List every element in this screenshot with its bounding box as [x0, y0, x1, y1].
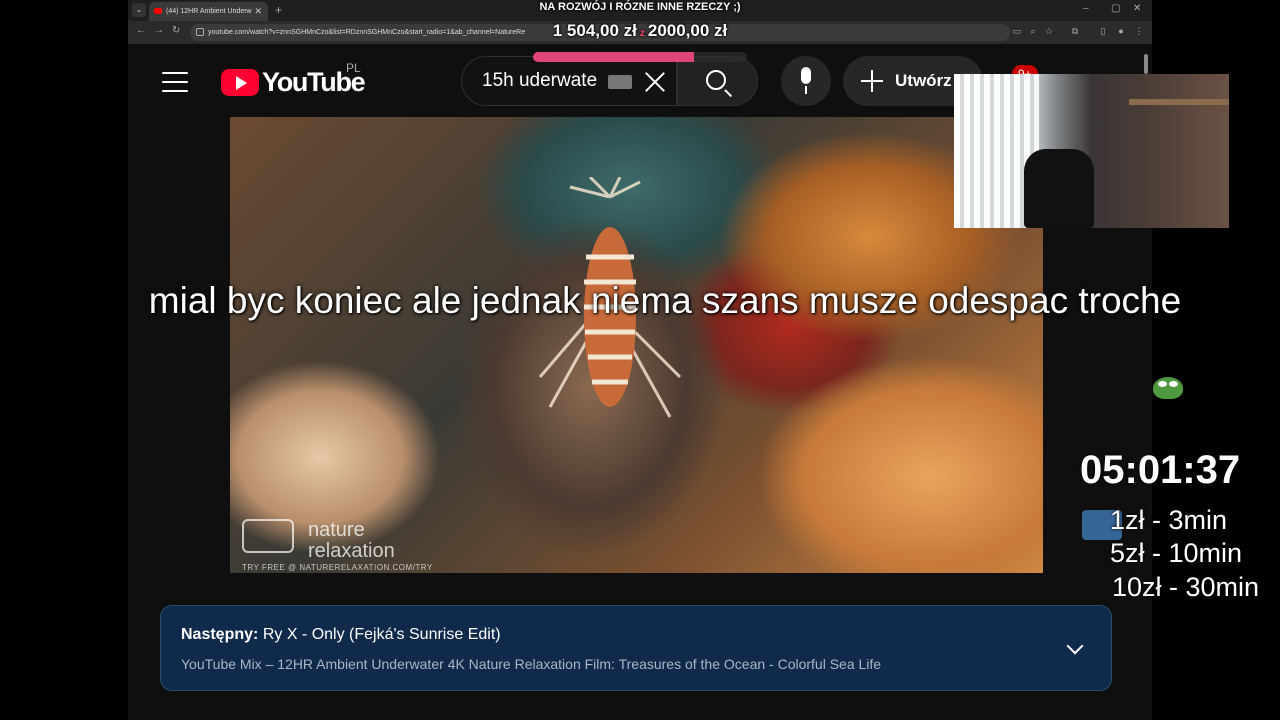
- new-tab-icon[interactable]: +: [275, 3, 282, 17]
- up-next-label: Następny:: [181, 626, 259, 643]
- zoom-icon[interactable]: ⌕: [1028, 26, 1038, 36]
- webcam-feed: [954, 74, 1229, 228]
- donation-goal-bar: [533, 52, 747, 62]
- search-icon: [706, 70, 726, 90]
- price-item: 5zł - 10min: [1110, 538, 1243, 568]
- tab-search-icon[interactable]: ⌄: [132, 3, 146, 17]
- stream-caption: mial byc koniec ale jednak niema szans m…: [148, 280, 1182, 321]
- cast-icon[interactable]: ▭: [1012, 26, 1022, 36]
- tab-close-icon[interactable]: ✕: [254, 2, 262, 21]
- goal-current: 1 504,00 zł: [552, 21, 637, 40]
- donation-goal-amount: 1 504,00 zł z 2000,00 zł: [552, 21, 728, 40]
- browser-tab[interactable]: (44) 12HR Ambient Underw ✕: [149, 2, 268, 21]
- stream-timer: 05:01:37: [1080, 448, 1241, 492]
- price-item: 1zł - 3min: [1110, 505, 1228, 535]
- search-button[interactable]: [677, 56, 758, 106]
- watermark-logo-icon: [242, 519, 294, 553]
- profile-icon[interactable]: ●: [1116, 26, 1126, 36]
- voice-search-button[interactable]: [781, 56, 831, 106]
- menu-icon[interactable]: [162, 72, 188, 92]
- browser-menu-icon[interactable]: ⋮: [1134, 26, 1144, 36]
- donation-goal-title: NA ROZWÓJ I RÓZNE INNE RZECZY ;): [539, 1, 741, 13]
- bookmark-star-icon[interactable]: ☆: [1044, 26, 1054, 36]
- tab-title: (44) 12HR Ambient Underw: [166, 8, 252, 15]
- close-window-icon[interactable]: ✕: [1133, 3, 1141, 14]
- scrollbar[interactable]: [1144, 54, 1148, 74]
- stream-screen: ⌄ (44) 12HR Ambient Underw ✕ + – ▢ ✕ ← →…: [0, 0, 1280, 720]
- microphone-icon: [801, 67, 811, 84]
- forward-icon[interactable]: →: [154, 25, 164, 36]
- sidebar-icon[interactable]: ▯: [1098, 26, 1108, 36]
- up-next-playlist: YouTube Mix – 12HR Ambient Underwater 4K…: [181, 656, 882, 672]
- search-input-value: 15h uderwate: [482, 70, 598, 91]
- up-next-panel[interactable]: Następny: Ry X - Only (Fejká's Sunrise E…: [160, 605, 1112, 691]
- maximize-icon[interactable]: ▢: [1111, 3, 1120, 14]
- clear-search-icon[interactable]: [642, 69, 668, 95]
- gaming-chair-image: [1024, 149, 1094, 228]
- youtube-play-icon: [221, 69, 259, 96]
- watermark-text-1: nature: [308, 519, 365, 541]
- goal-progress-fill: [533, 52, 694, 62]
- country-code: PL: [346, 61, 361, 75]
- create-label: Utwórz: [895, 71, 952, 90]
- minimize-icon[interactable]: –: [1083, 3, 1089, 14]
- youtube-favicon-icon: [154, 8, 162, 14]
- site-info-icon[interactable]: [196, 28, 204, 36]
- chevron-down-icon[interactable]: [1066, 637, 1084, 655]
- keyboard-icon[interactable]: [608, 75, 632, 89]
- pepe-emote-icon: [1153, 377, 1183, 399]
- back-icon[interactable]: ←: [136, 25, 146, 36]
- price-item: 10zł - 30min: [1112, 572, 1260, 602]
- goal-target: 2000,00 zł: [647, 21, 728, 40]
- plus-icon: [861, 70, 883, 92]
- up-next-heading: Następny: Ry X - Only (Fejká's Sunrise E…: [181, 626, 501, 644]
- watermark-text-2: relaxation: [308, 540, 395, 562]
- reload-icon[interactable]: ↻: [172, 25, 180, 36]
- video-player[interactable]: nature relaxation TRY FREE @ NATURERELAX…: [230, 117, 1043, 573]
- up-next-title: Ry X - Only (Fejká's Sunrise Edit): [262, 626, 501, 643]
- extensions-icon[interactable]: ⧉: [1070, 26, 1080, 36]
- search-input[interactable]: 15h uderwate: [461, 56, 677, 106]
- watermark-url: TRY FREE @ NATURERELAXATION.COM/TRY: [242, 563, 433, 572]
